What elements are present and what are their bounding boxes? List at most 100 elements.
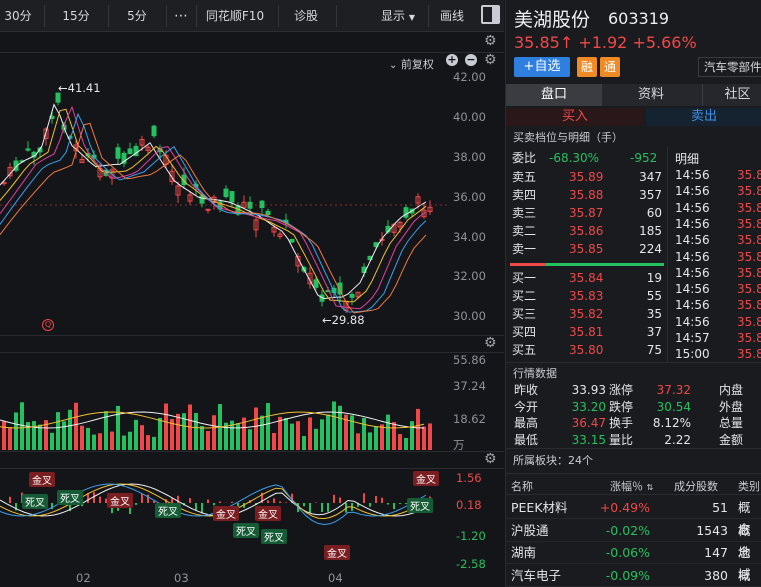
tab-profile[interactable]: 资料 <box>603 84 699 106</box>
ask-row[interactable]: 卖三 35.87 60 <box>506 205 668 222</box>
macd-histogram-bar <box>195 503 197 511</box>
sector-tag[interactable]: 汽车零部件 <box>698 57 761 77</box>
ask-levels: 卖五 35.89 347 卖四 35.88 357 卖三 35.87 60 卖二 35.86 185 卖… <box>506 169 668 259</box>
candle-body <box>115 147 121 159</box>
volume-bar <box>326 414 330 450</box>
macd-histogram-bar <box>99 496 101 503</box>
quote-panel: 美湖股份 603319 35.85↑ +1.92 +5.66% +自选 融 通 … <box>505 0 761 587</box>
bid-row[interactable]: 买五 35.80 75 <box>506 342 668 359</box>
sector-row[interactable]: 湖南 -0.06% 147 地域 <box>506 542 761 582</box>
margin-badge[interactable]: 融 <box>577 57 597 77</box>
bid-row[interactable]: 买一 35.84 19 <box>506 270 668 287</box>
bid-row[interactable]: 买二 35.83 55 <box>506 288 668 305</box>
bid-label: 买四 <box>512 325 537 339</box>
volume-bar <box>98 433 102 450</box>
buy-button[interactable]: 买入 <box>506 108 644 126</box>
sector-type: 概念 <box>738 567 751 583</box>
quote-key: 今开 <box>514 399 539 414</box>
volume-bar <box>386 414 390 450</box>
volume-bar <box>410 421 414 450</box>
volume-bar <box>278 416 282 450</box>
volume-bar <box>128 431 132 450</box>
volume-bar <box>332 401 336 450</box>
date-tick: 04 <box>328 571 343 585</box>
quote-key: 外盘 <box>718 399 743 414</box>
sector-name: PEEK材料 <box>511 500 568 515</box>
volume-bar <box>422 426 426 450</box>
volume-bar <box>2 421 6 450</box>
low-price-marker: ←29.88 <box>322 313 365 327</box>
sector-row[interactable]: PEEK材料 +0.49% 51 概念 <box>506 497 761 537</box>
golden-cross-badge: 金叉 <box>324 545 350 560</box>
macd-histogram-bar <box>273 498 275 503</box>
death-cross-badge: 死叉 <box>22 494 48 509</box>
death-cross-badge: 死叉 <box>233 523 259 538</box>
tick-row: 14:56 35.87 <box>669 200 761 216</box>
tick-row: 14:57 35.88 <box>669 330 761 346</box>
tab-community[interactable]: 社区 <box>702 84 761 106</box>
add-watchlist-button[interactable]: +自选 <box>514 57 570 77</box>
sector-row[interactable]: 汽车电子 -0.09% 380 概念 <box>506 565 761 587</box>
ask-volume: 347 <box>639 170 662 184</box>
quote-row: 昨收 33.93 涨停 37.32 内盘 <box>506 382 761 398</box>
col-pct[interactable]: 涨幅％ ⇅ <box>610 478 653 494</box>
sector-table-header: 名称 涨幅％ ⇅ 成分股数 类别 <box>506 473 761 495</box>
volume-unit: 万 <box>453 438 465 452</box>
volume-bar <box>50 432 54 450</box>
volume-bar <box>86 427 90 450</box>
tick-row: 15:00 35.85 <box>669 346 761 362</box>
death-cross-badge: 死叉 <box>155 503 181 518</box>
connect-badge[interactable]: 通 <box>600 57 620 77</box>
tick-price: 35.85 <box>737 347 761 362</box>
macd-histogram-bar <box>393 503 395 510</box>
sell-button[interactable]: 卖出 <box>646 108 761 126</box>
ask-row[interactable]: 卖五 35.89 347 <box>506 169 668 186</box>
tick-price: 35.87 <box>737 184 761 199</box>
macd-histogram-bar <box>327 503 329 512</box>
candle-body <box>25 148 31 151</box>
stock-name: 美湖股份 <box>514 9 591 31</box>
ask-row[interactable]: 卖二 35.86 185 <box>506 223 668 240</box>
price-tick: 36.00 <box>453 190 486 204</box>
ask-label: 卖三 <box>512 206 537 220</box>
macd-histogram-bar <box>267 500 269 503</box>
ask-row[interactable]: 卖四 35.88 357 <box>506 187 668 204</box>
macd-histogram-bar <box>93 492 95 503</box>
q-event-marker[interactable]: Q <box>42 319 54 331</box>
bid-row[interactable]: 买三 35.82 35 <box>506 306 668 323</box>
volume-bar <box>140 425 144 450</box>
moving-average-line <box>0 112 427 313</box>
volume-bar <box>212 415 216 450</box>
macd-histogram-bar <box>381 497 383 503</box>
sector-pct: -0.09% <box>605 567 650 583</box>
chart-area[interactable]: 30分 15分 5分 ⋯ 同花顺F10 诊股 显示 ▼ 画线 ⚙ ⌄ 前复权 +… <box>0 0 504 587</box>
high-price-marker: ←41.41 <box>58 81 101 95</box>
bid-row[interactable]: 买四 35.81 37 <box>506 324 668 341</box>
tick-price: 35.88 <box>737 282 761 297</box>
col-name[interactable]: 名称 <box>511 478 533 494</box>
col-type[interactable]: 类别 <box>738 478 760 494</box>
volume-bar <box>392 422 396 450</box>
volume-bar <box>416 408 420 450</box>
quote-value: 37.32 <box>656 383 691 397</box>
sector-count: 1543 <box>696 522 728 538</box>
volume-bar <box>206 431 210 450</box>
macd-histogram-bar <box>369 503 371 507</box>
macd-histogram-bar <box>333 494 335 503</box>
macd-histogram-bar <box>9 496 11 503</box>
quote-value: 33.20 <box>571 399 606 414</box>
volume-bar <box>80 425 84 450</box>
bid-price: 35.82 <box>569 307 604 321</box>
price-tick: 30.00 <box>453 309 486 323</box>
tick-time: 14:56 <box>675 249 710 264</box>
ask-row[interactable]: 卖一 35.85 224 <box>506 241 668 258</box>
sector-row[interactable]: 沪股通 -0.02% 1543 概念 <box>506 520 761 560</box>
col-count[interactable]: 成分股数 <box>674 478 718 494</box>
ask-price: 35.87 <box>569 206 604 220</box>
quote-title: 行情数据 <box>513 367 557 380</box>
last-price: 35.85 <box>514 33 560 52</box>
tab-pankou[interactable]: 盘口 <box>506 84 602 106</box>
golden-cross-badge: 金叉 <box>413 471 439 486</box>
quote-value: 33.15 <box>571 432 606 447</box>
tick-row: 14:56 35.87 <box>669 167 761 183</box>
